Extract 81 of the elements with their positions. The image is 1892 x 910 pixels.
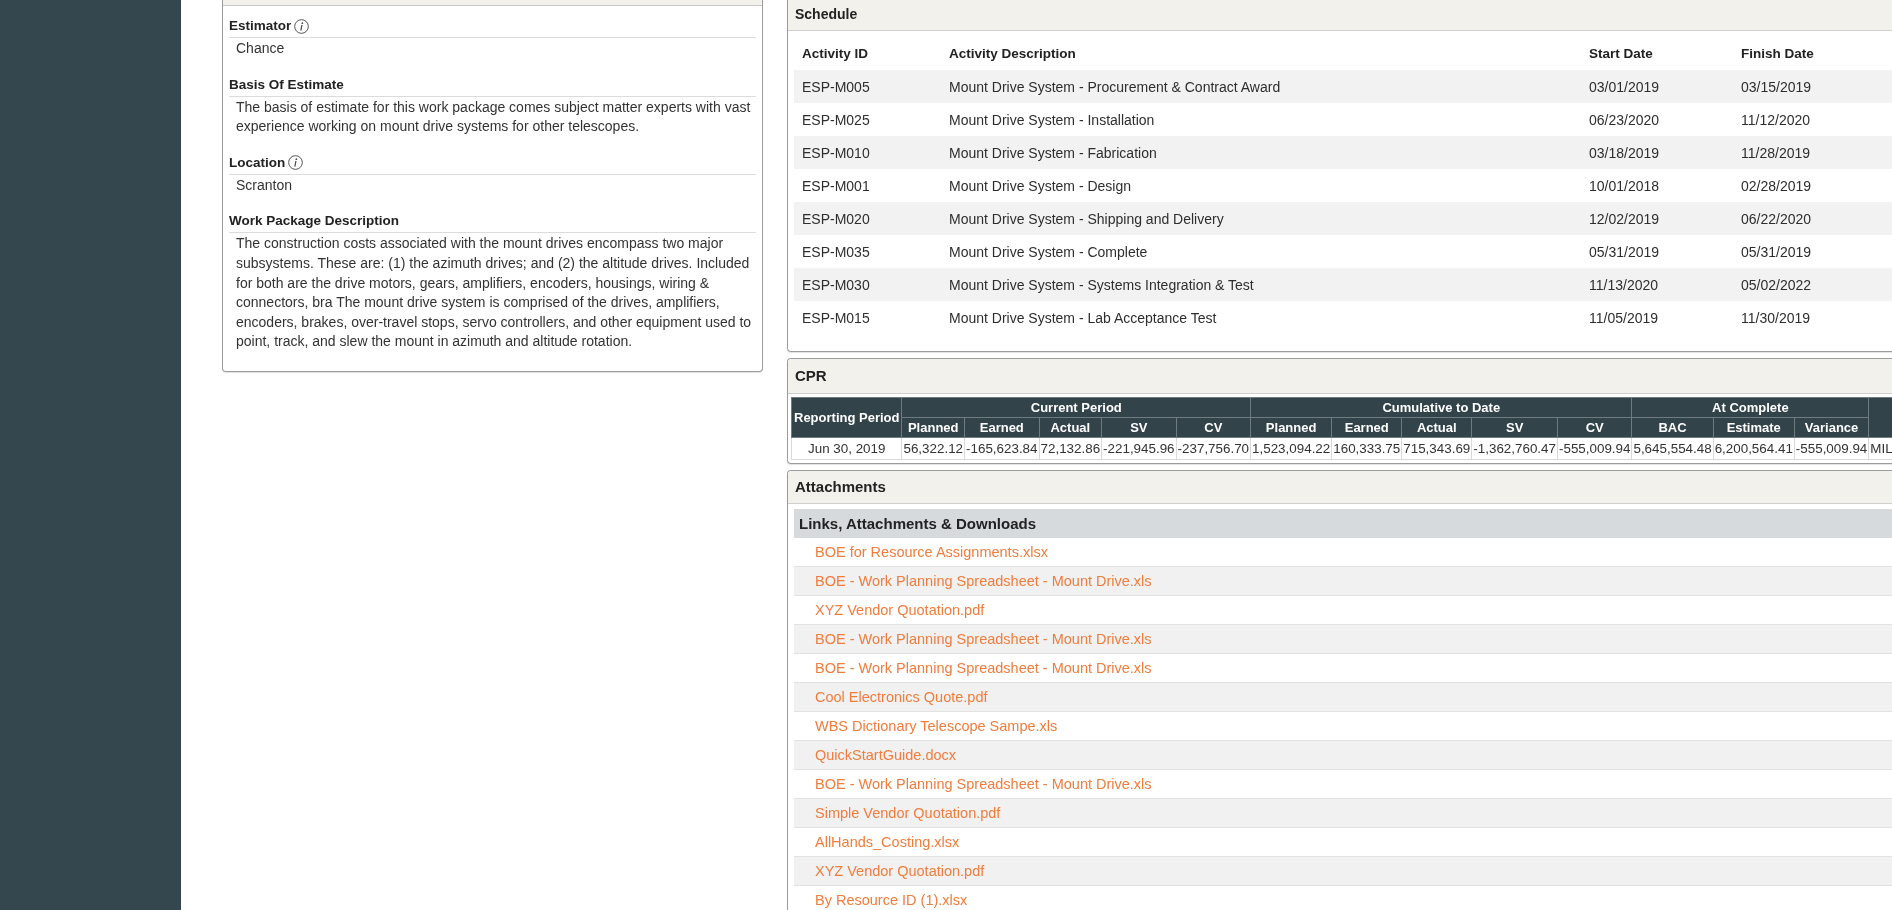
table-cell-text: 05/31/2019 — [1588, 243, 1661, 260]
table-cell: Jun 30, 2019 — [791, 437, 902, 460]
table-cell-text: 12/02/2019 — [1588, 210, 1661, 227]
table-cell-text: ESP-M030 — [801, 276, 871, 293]
file-link[interactable]: BOE for Resource Assignments.xlsx — [815, 544, 1048, 560]
table-cell-text: Mount Drive System - Installation — [948, 111, 1156, 128]
info-icon[interactable] — [288, 155, 304, 171]
file-link[interactable]: Simple Vendor Quotation.pdf — [815, 805, 1001, 821]
table-cell-text: ESP-M020 — [801, 210, 871, 227]
table-cell-text: 11/30/2019 — [1740, 309, 1812, 326]
table-cell-text: 05/31/2019 — [1740, 243, 1813, 260]
table-cell: 5,645,554.48 — [1631, 437, 1714, 460]
panel-title: CPR — [795, 366, 827, 386]
table-cell-text: ESP-M035 — [801, 243, 871, 260]
table-cell-text: ESP-M025 — [801, 111, 871, 128]
table-cell-text: Mount Drive System - Lab Acceptance Test — [948, 309, 1218, 326]
info-icon[interactable] — [294, 18, 310, 34]
field-value: The basis of estimate for this work package comes subject matter experts with vast experience working on mount drive systems for other telescopes. — [235, 97, 752, 137]
table-cell: -165,623.84 — [964, 437, 1039, 460]
file-link[interactable]: AllHands_Costing.xlsx — [815, 834, 960, 850]
table-cell: -1,362,760.47 — [1471, 437, 1558, 460]
file-link[interactable]: BOE - Work Planning Spreadsheet - Mount Drive.xls — [815, 660, 1152, 676]
file-link[interactable]: BOE - Work Planning Spreadsheet - Mount Drive.xls — [815, 631, 1152, 647]
column-header: Reporting Period — [791, 397, 902, 438]
table-cell: -555,009.94 — [1557, 437, 1632, 460]
panel-title: Schedule — [795, 5, 858, 24]
table-cell-text: 03/01/2019 — [1588, 78, 1661, 95]
table-cell-text: ESP-M010 — [801, 144, 871, 161]
table-cell-text: 11/05/2019 — [1588, 309, 1660, 326]
table-cell: -221,945.96 — [1101, 437, 1177, 460]
table-cell: 715,343.69 — [1401, 437, 1472, 460]
column-header: Finish Date — [1740, 46, 1815, 61]
table-cell-text: 06/22/2020 — [1740, 210, 1813, 227]
table-cell-text: 10/01/2018 — [1588, 177, 1661, 194]
field-value: Scranton — [235, 175, 294, 195]
table-cell-text: 11/12/2020 — [1740, 111, 1812, 128]
table-cell-text: Mount Drive System - Complete — [948, 243, 1149, 260]
table-cell: -555,009.94 — [1794, 437, 1869, 460]
field-value: The construction costs associated with the mount drives encompass two major subsystems. These are: (1) the azimuth drives; and (2) the altitude drives. Included for both are the drive motors, gears, amplifiers, encoders, housings, wiring & connectors, bra The mount drive system is comprised of the drives, amplifiers, encoders, brakes, over-travel stops, servo controllers, and other equipment used to point, track, and slew the mount in azimuth and altitude rotation. — [235, 234, 753, 352]
table-cell: 72,132.86 — [1039, 437, 1102, 460]
table-cell-text: 03/18/2019 — [1588, 144, 1661, 161]
field-label: Work Package Description — [229, 212, 400, 231]
file-link[interactable]: BOE - Work Planning Spreadsheet - Mount Drive.xls — [815, 776, 1152, 792]
file-link[interactable]: By Resource ID (1).xlsx — [815, 892, 968, 908]
field-label: Estimator — [229, 17, 292, 35]
table-cell: 56,322.12 — [901, 437, 965, 460]
file-link[interactable]: QuickStartGuide.docx — [815, 747, 957, 763]
table-cell-text: 11/13/2020 — [1588, 276, 1660, 293]
file-link[interactable]: WBS Dictionary Telescope Sampe.xls — [815, 718, 1058, 734]
table-cell-text: 11/28/2019 — [1740, 144, 1812, 161]
field-label: Basis Of Estimate — [229, 75, 344, 94]
table-cell-text: Mount Drive System - Procurement & Contract Award — [948, 78, 1282, 95]
table-cell: 6,200,564.41 — [1713, 437, 1795, 460]
table-cell-text: Mount Drive System - Shipping and Delivery — [948, 210, 1225, 227]
table-cell-text: 05/02/2022 — [1740, 276, 1813, 293]
section-header: Links, Attachments & Downloads — [794, 509, 1892, 538]
field-label: Location — [229, 153, 286, 172]
table-cell-text: Mount Drive System - Fabrication — [948, 144, 1158, 161]
table-cell: -237,756.70 — [1176, 437, 1251, 460]
table-cell-text: 02/28/2019 — [1740, 177, 1813, 194]
file-link[interactable]: XYZ Vendor Quotation.pdf — [815, 863, 985, 879]
group-header: Current Period — [901, 397, 1251, 418]
group-header: Cumulative to Date — [1250, 397, 1632, 418]
field-value: Chance — [235, 39, 286, 58]
panel-title: Attachments — [795, 477, 886, 497]
table-cell: 160,333.75 — [1331, 437, 1402, 460]
table-cell-text: ESP-M001 — [801, 177, 871, 194]
table-cell-text: 03/15/2019 — [1740, 78, 1813, 95]
table-cell: 1,523,094.22 — [1250, 437, 1332, 460]
table-cell-text: Mount Drive System - Systems Integration & Test — [948, 276, 1255, 293]
table-cell-text: 06/23/2020 — [1588, 111, 1661, 128]
group-header: At Complete — [1631, 397, 1869, 418]
column-header: Activity ID — [801, 46, 870, 61]
table-cell-text: ESP-M015 — [801, 309, 871, 326]
file-link[interactable]: Cool Electronics Quote.pdf — [815, 689, 988, 705]
file-link[interactable]: BOE - Work Planning Spreadsheet - Mount Drive.xls — [815, 573, 1152, 589]
column-header: Activity Description — [948, 46, 1077, 61]
table-cell-text: Mount Drive System - Design — [948, 177, 1133, 194]
column-header: Start Date — [1588, 46, 1654, 61]
file-link[interactable]: XYZ Vendor Quotation.pdf — [815, 602, 985, 618]
table-cell-text: ESP-M005 — [801, 78, 871, 95]
